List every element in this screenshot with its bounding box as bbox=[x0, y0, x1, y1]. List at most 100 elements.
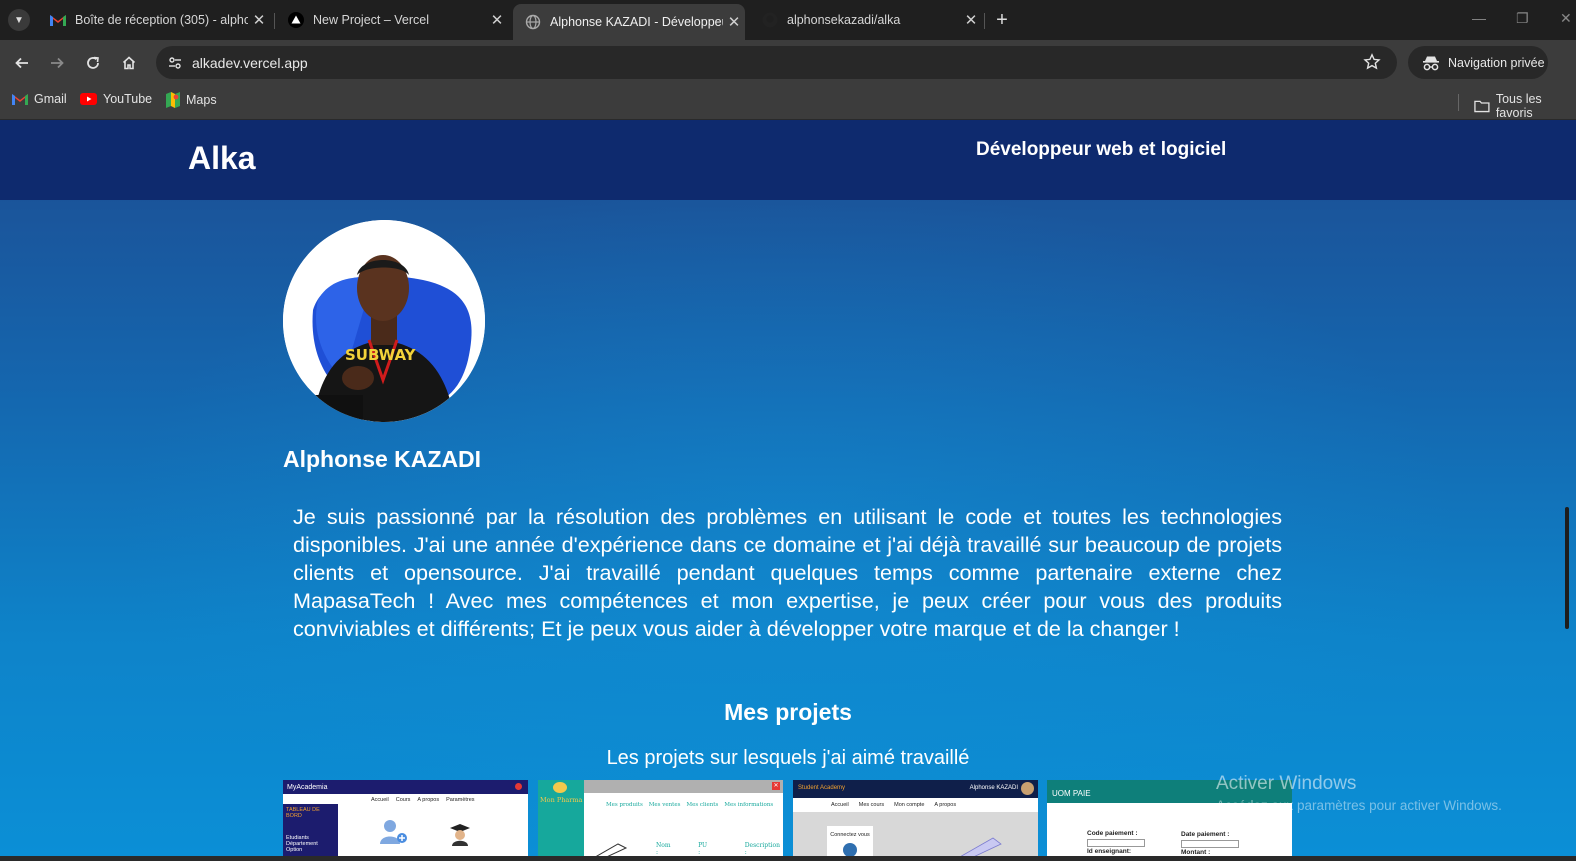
project-field-label: PU : bbox=[698, 842, 708, 856]
site-tagline: Développeur web et logiciel bbox=[976, 139, 1227, 160]
site-logo[interactable]: Alka bbox=[188, 140, 256, 177]
projects-heading: Mes projets bbox=[724, 699, 852, 725]
bookmark-label: Maps bbox=[186, 93, 217, 107]
bookmarks-divider bbox=[1458, 94, 1459, 111]
project-app-name: Mon Pharma bbox=[540, 796, 583, 804]
restore-icon[interactable]: ❐ bbox=[1516, 10, 1529, 27]
bookmark-label: Gmail bbox=[34, 92, 67, 106]
project-nav-item: A propos bbox=[934, 802, 957, 808]
project-field-label: Nom : bbox=[656, 842, 671, 856]
project-sidebar: TABLEAU DE BORD Etudiants Département Op… bbox=[283, 804, 338, 856]
project-login-box: Connectez vous bbox=[827, 826, 873, 856]
maps-icon bbox=[166, 92, 180, 108]
github-icon bbox=[762, 12, 778, 28]
browser-toolbar: alkadev.vercel.app Navigation privée bbox=[0, 40, 1576, 85]
project-app-name: MyAcademia bbox=[287, 783, 328, 791]
close-window-icon[interactable]: ✕ bbox=[1560, 10, 1572, 27]
tab-divider bbox=[274, 13, 275, 29]
project-nav-item: Mes produits bbox=[606, 802, 643, 808]
projects-subheading: Les projets sur lesquels j'ai aimé trava… bbox=[606, 747, 970, 769]
close-tab-icon[interactable]: ✕ bbox=[248, 11, 270, 29]
project-nav-item: Mes ventes bbox=[648, 802, 681, 808]
project-card-myacademia[interactable]: MyAcademia Accueil Cours A propos Paramè… bbox=[283, 780, 528, 856]
minimize-icon[interactable]: — bbox=[1472, 10, 1486, 26]
bookmark-label: YouTube bbox=[103, 92, 153, 106]
chevron-down-icon: ▼ bbox=[14, 14, 24, 26]
new-tab-button[interactable]: + bbox=[992, 9, 1012, 31]
home-button[interactable] bbox=[118, 52, 140, 74]
bookmark-gmail[interactable]: Gmail bbox=[12, 92, 67, 106]
plus-icon: + bbox=[996, 9, 1008, 31]
svg-text:SUBWAY: SUBWAY bbox=[345, 346, 417, 364]
tab-vercel[interactable]: New Project – Vercel ✕ bbox=[276, 4, 508, 36]
url-text[interactable]: alkadev.vercel.app bbox=[192, 55, 308, 71]
back-button[interactable] bbox=[11, 52, 33, 74]
profile-name: Alphonse KAZADI bbox=[283, 446, 482, 472]
illustration-icon bbox=[960, 837, 1002, 856]
avatar-icon bbox=[1021, 782, 1034, 795]
bookmark-youtube[interactable]: YouTube bbox=[80, 92, 152, 106]
project-nav-item: Accueil bbox=[371, 797, 389, 803]
address-bar[interactable]: alkadev.vercel.app bbox=[156, 46, 1397, 79]
project-header: MyAcademia bbox=[283, 780, 528, 794]
project-header: Student Academy Alphonse KAZADI bbox=[793, 780, 1038, 798]
add-user-icon bbox=[380, 820, 407, 844]
windows-activation-subtitle: Accédez aux paramètres pour activer Wind… bbox=[1216, 798, 1502, 813]
tab-title: Boîte de réception (305) - alphonse bbox=[75, 13, 248, 27]
tab-gmail[interactable]: Boîte de réception (305) - alphonse ✕ bbox=[38, 4, 270, 36]
profile-bio: Je suis passionné par la résolution des … bbox=[293, 504, 1282, 641]
gmail-icon bbox=[12, 94, 28, 105]
scroll-indicator[interactable] bbox=[1565, 507, 1569, 629]
reload-icon bbox=[87, 56, 99, 69]
project-app-name: Student Academy bbox=[798, 785, 846, 791]
profile-avatar: SUBWAY bbox=[283, 220, 485, 422]
tab-strip: ▼ Boîte de réception (305) - alphonse ✕ … bbox=[0, 0, 1576, 40]
project-nav-item: A propos bbox=[417, 797, 440, 803]
project-field-label: Description : bbox=[744, 842, 780, 856]
tab-search-button[interactable]: ▼ bbox=[8, 9, 30, 31]
tab-portfolio[interactable]: Alphonse KAZADI - Développeur ✕ bbox=[513, 4, 745, 40]
bookmarks-bar: Gmail YouTube Maps Tous les favoris bbox=[0, 85, 1576, 120]
arrow-right-icon bbox=[51, 57, 64, 69]
tab-github[interactable]: alphonsekazadi/alka ✕ bbox=[750, 4, 982, 36]
close-dot-icon bbox=[515, 783, 522, 790]
private-browsing-indicator[interactable]: Navigation privée bbox=[1408, 46, 1548, 79]
vercel-icon bbox=[288, 12, 304, 28]
site-settings-icon[interactable] bbox=[162, 55, 188, 71]
youtube-icon bbox=[80, 93, 97, 105]
tab-divider bbox=[984, 13, 985, 29]
bookmark-star-icon[interactable] bbox=[1363, 53, 1381, 76]
forward-button[interactable] bbox=[46, 52, 68, 74]
incognito-icon bbox=[1423, 56, 1439, 70]
project-card-student-academy[interactable]: Student Academy Alphonse KAZADI Accueil … bbox=[793, 780, 1038, 856]
project-user-name: Alphonse KAZADI bbox=[969, 785, 1018, 791]
close-tab-icon[interactable]: ✕ bbox=[960, 11, 982, 29]
project-app-name: UOM PAIE bbox=[1052, 789, 1091, 798]
project-sidebar-item: Option bbox=[286, 847, 303, 853]
project-field-label: Date paiement : bbox=[1181, 831, 1230, 838]
site-header: Alka Développeur web et logiciel bbox=[0, 120, 1576, 200]
windows-activation-title: Activer Windows bbox=[1216, 773, 1357, 794]
project-card-mon-pharma[interactable]: ✕ Mon Pharma Mes produits Mes ventes Mes… bbox=[538, 780, 783, 856]
illustration-icon bbox=[595, 843, 628, 856]
project-form-title: Connectez vous bbox=[830, 832, 870, 838]
folder-icon bbox=[1474, 100, 1490, 113]
tab-title: Alphonse KAZADI - Développeur bbox=[550, 15, 723, 29]
private-browsing-label: Navigation privée bbox=[1448, 55, 1545, 70]
project-sidebar-title: TABLEAU DE BORD bbox=[286, 807, 320, 819]
project-field-label: Code paiement : bbox=[1087, 830, 1138, 837]
project-nav-item: Accueil bbox=[831, 802, 849, 808]
logo-icon bbox=[553, 782, 567, 793]
user-icon bbox=[843, 843, 857, 856]
reload-button[interactable] bbox=[82, 52, 104, 74]
close-icon: ✕ bbox=[772, 782, 780, 790]
all-bookmarks-button[interactable]: Tous les favoris bbox=[1474, 92, 1576, 120]
tab-title: New Project – Vercel bbox=[313, 13, 430, 27]
project-nav-item: Cours bbox=[395, 797, 411, 803]
project-nav-item: Mon compte bbox=[894, 802, 925, 808]
page-viewport: Alka Développeur web et logiciel SUBWAY … bbox=[0, 120, 1576, 856]
tab-title: alphonsekazadi/alka bbox=[787, 13, 901, 27]
close-tab-icon[interactable]: ✕ bbox=[723, 13, 745, 31]
close-tab-icon[interactable]: ✕ bbox=[486, 11, 508, 29]
bookmark-maps[interactable]: Maps bbox=[166, 92, 217, 108]
